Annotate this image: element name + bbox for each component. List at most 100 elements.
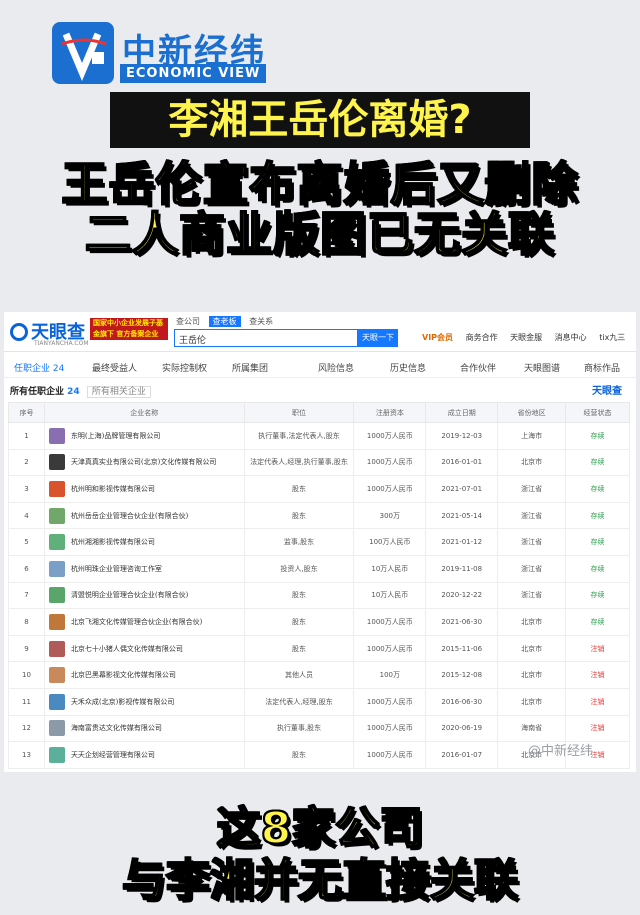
row-company[interactable]: 北京飞湘文化传媒管理合伙企业(有限合伙) — [43, 608, 245, 636]
row-company[interactable]: 杭州岳岳企业管理合伙企业(有限合伙) — [43, 501, 245, 530]
table-row[interactable]: 5 杭州湘湘影视传媒有限公司 监事,股东 100万人民币 2021-01-12 浙江省 存续 — [8, 528, 630, 556]
row-company[interactable]: 天天企划经营管理有限公司 — [43, 741, 245, 769]
row-company[interactable]: 杭州明和影视传媒有限公司 — [43, 475, 245, 503]
tab-relation[interactable]: 查关系 — [249, 317, 273, 326]
company-logo-icon — [48, 507, 65, 524]
table-row[interactable]: 11 天禾众成(北京)影视传媒有限公司 法定代表人,经理,股东 1000万人民币 201… — [8, 687, 630, 716]
caption-line-2: 与李湘并无直接关联 — [121, 854, 519, 907]
company-logo-icon — [48, 587, 65, 604]
row-status: 存续 — [565, 422, 630, 450]
row-role: 股东 — [243, 741, 355, 769]
company-name[interactable]: 清盟悦明企业管理合伙企业(有限合伙) — [71, 591, 188, 599]
row-company[interactable]: 北京七十小猪人偶文化传媒有限公司 — [43, 634, 245, 663]
row-role: 其他人员 — [243, 661, 355, 689]
companies-table: 序号 企业名称 职位 注册资本 成立日期 省份地区 经营状态 1 东明(上海)品牌… — [8, 402, 630, 769]
row-region: 上海市 — [497, 422, 567, 450]
tyc-small-logo: 天眼查 — [592, 386, 622, 397]
company-name[interactable]: 杭州岳岳企业管理合伙企业(有限合伙) — [71, 512, 188, 520]
nav-user[interactable]: tix九三 — [599, 333, 625, 342]
row-date: 2015-12-08 — [425, 661, 499, 689]
row-date: 2016-01-07 — [425, 741, 499, 769]
search-input[interactable]: 王岳伦 — [174, 329, 358, 347]
company-logo-icon — [48, 640, 65, 657]
company-name[interactable]: 杭州湘湘影视传媒有限公司 — [71, 538, 155, 546]
company-name[interactable]: 天天企划经营管理有限公司 — [71, 751, 155, 759]
row-region: 浙江省 — [497, 528, 567, 556]
tyc-banner: 国家中小企业发展子基金旗下 官方备案企业征信机构 — [90, 318, 168, 340]
table-row[interactable]: 10 北京巴黑幕影视文化传媒有限公司 其他人员 100万 2015-12-08 北京市 注销 — [8, 661, 630, 689]
company-name[interactable]: 天津真真实业有限公司(北京)文化传媒有限公司 — [71, 458, 216, 466]
row-index: 11 — [8, 687, 45, 716]
section-filter[interactable]: 所有相关企业 — [86, 386, 151, 398]
company-name[interactable]: 北京七十小猪人偶文化传媒有限公司 — [71, 645, 183, 653]
nav-finance[interactable]: 天眼金服 — [510, 333, 542, 342]
row-company[interactable]: 天禾众成(北京)影视传媒有限公司 — [43, 687, 245, 716]
company-name[interactable]: 北京飞湘文化传媒管理合伙企业(有限合伙) — [71, 618, 202, 626]
row-status: 存续 — [565, 475, 630, 503]
company-logo-icon — [48, 560, 65, 577]
row-region: 浙江省 — [497, 554, 567, 583]
company-logo-icon — [48, 534, 65, 551]
row-date: 2021-05-14 — [425, 501, 499, 530]
row-company[interactable]: 天津真真实业有限公司(北京)文化传媒有限公司 — [43, 448, 245, 477]
search-button[interactable]: 天眼一下 — [358, 329, 398, 347]
subnav-partners[interactable]: 合作伙伴 — [460, 361, 496, 374]
table-row[interactable]: 7 清盟悦明企业管理合伙企业(有限合伙) 股东 10万人民币 2020-12-22 浙江省… — [8, 581, 630, 610]
company-logo-icon — [48, 427, 65, 444]
row-company[interactable]: 清盟悦明企业管理合伙企业(有限合伙) — [43, 581, 245, 610]
table-row[interactable]: 4 杭州岳岳企业管理合伙企业(有限合伙) 股东 300万 2021-05-14 浙江省 存续 — [8, 501, 630, 530]
col-role: 职位 — [243, 402, 355, 423]
row-region: 北京市 — [497, 634, 567, 663]
row-index: 8 — [8, 608, 45, 636]
company-name[interactable]: 东明(上海)品牌管理有限公司 — [71, 432, 160, 440]
row-region: 北京市 — [497, 687, 567, 716]
nav-business[interactable]: 商务合作 — [466, 333, 498, 342]
tab-company[interactable]: 查公司 — [176, 317, 200, 326]
subnav-jobs[interactable]: 任职企业 24 — [14, 361, 64, 374]
row-index: 3 — [8, 475, 45, 503]
nav-messages[interactable]: 消息中心 — [555, 333, 587, 342]
row-capital: 1000万人民币 — [353, 608, 427, 636]
subnav-trademark[interactable]: 商标作品 — [584, 361, 620, 374]
company-name[interactable]: 杭州明珠企业管理咨询工作室 — [71, 565, 162, 573]
row-company[interactable]: 海南富贵达文化传媒有限公司 — [43, 714, 245, 743]
row-capital: 300万 — [353, 501, 427, 530]
row-capital: 1000万人民币 — [353, 687, 427, 716]
row-date: 2020-12-22 — [425, 581, 499, 610]
table-row[interactable]: 1 东明(上海)品牌管理有限公司 执行董事,法定代表人,股东 1000万人民币 2019… — [8, 422, 630, 450]
table-row[interactable]: 6 杭州明珠企业管理咨询工作室 投资人,股东 10万人民币 2019-11-08 浙江省存… — [8, 554, 630, 583]
row-region: 浙江省 — [497, 475, 567, 503]
table-row[interactable]: 2 天津真真实业有限公司(北京)文化传媒有限公司 法定代表人,经理,执行董事,股东 1… — [8, 448, 630, 477]
table-row[interactable]: 12 海南富贵达文化传媒有限公司 执行董事,股东 1000万人民币 2020-06-19… — [8, 714, 630, 743]
subnav-control[interactable]: 实际控制权 — [162, 361, 207, 374]
row-company[interactable]: 杭州明珠企业管理咨询工作室 — [43, 554, 245, 583]
table-row[interactable]: 9 北京七十小猪人偶文化传媒有限公司 股东 1000万人民币 2015-11-06 北京市… — [8, 634, 630, 663]
tab-boss[interactable]: 查老板 — [208, 316, 241, 327]
row-date: 2021-01-12 — [425, 528, 499, 556]
company-name[interactable]: 海南富贵达文化传媒有限公司 — [71, 724, 162, 732]
row-role: 监事,股东 — [243, 528, 355, 556]
row-date: 2021-07-01 — [425, 475, 499, 503]
table-row[interactable]: 3 杭州明和影视传媒有限公司 股东 1000万人民币 2021-07-01 浙江省 存续 — [8, 475, 630, 503]
row-index: 1 — [8, 422, 45, 450]
row-capital: 100万 — [353, 661, 427, 689]
subnav-graph[interactable]: 天眼图谱 — [524, 361, 560, 374]
row-date: 2019-11-08 — [425, 554, 499, 583]
table-row[interactable]: 8 北京飞湘文化传媒管理合伙企业(有限合伙) 股东 1000万人民币 2021-06-3… — [8, 608, 630, 636]
row-company[interactable]: 北京巴黑幕影视文化传媒有限公司 — [43, 661, 245, 689]
company-name[interactable]: 杭州明和影视传媒有限公司 — [71, 485, 155, 493]
row-date: 2016-06-30 — [425, 687, 499, 716]
subnav-risk[interactable]: 风险信息 — [318, 361, 354, 374]
row-role: 法定代表人,经理,执行董事,股东 — [243, 448, 355, 477]
company-name[interactable]: 北京巴黑幕影视文化传媒有限公司 — [71, 671, 176, 679]
row-company[interactable]: 东明(上海)品牌管理有限公司 — [43, 422, 245, 450]
company-name[interactable]: 天禾众成(北京)影视传媒有限公司 — [71, 698, 174, 706]
nav-vip[interactable]: VIP会员 — [422, 333, 453, 342]
row-capital: 1000万人民币 — [353, 741, 427, 769]
subnav-history[interactable]: 历史信息 — [390, 361, 426, 374]
subnav-beneficiary[interactable]: 最终受益人 — [92, 361, 137, 374]
row-company[interactable]: 杭州湘湘影视传媒有限公司 — [43, 528, 245, 556]
col-region: 省份地区 — [497, 402, 567, 423]
row-index: 2 — [8, 448, 45, 477]
subnav-group[interactable]: 所属集团 — [232, 361, 268, 374]
